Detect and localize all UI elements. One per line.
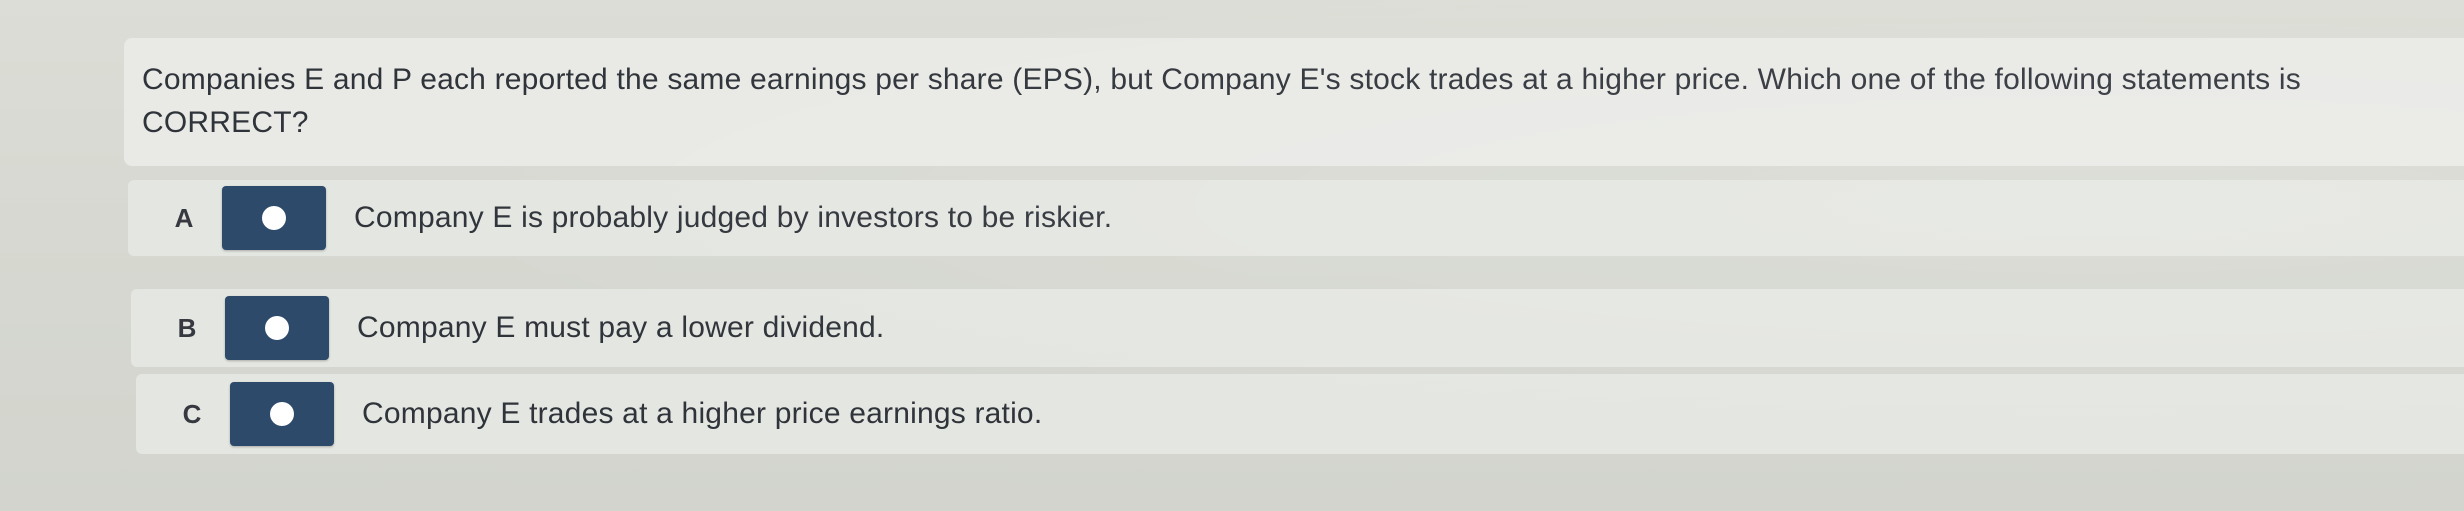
option-c-radio-button[interactable]	[230, 382, 334, 446]
radio-dot-icon	[265, 316, 289, 340]
question-text: Companies E and P each reported the same…	[142, 63, 2301, 139]
question-card: Companies E and P each reported the same…	[124, 38, 2464, 166]
option-b-radio-button[interactable]	[225, 296, 329, 360]
radio-dot-icon	[270, 402, 294, 426]
option-a[interactable]: A Company E is probably judged by invest…	[128, 180, 2464, 256]
option-b[interactable]: B Company E must pay a lower dividend.	[131, 289, 2464, 367]
option-a-radio-button[interactable]	[222, 186, 326, 250]
option-letter-a: A	[174, 202, 194, 233]
radio-dot-icon	[262, 206, 286, 230]
option-letter-b: B	[177, 312, 197, 343]
option-b-text: Company E must pay a lower dividend.	[357, 311, 885, 344]
option-c[interactable]: C Company E trades at a higher price ear…	[136, 374, 2464, 454]
option-letter-c: C	[182, 398, 202, 429]
option-c-text: Company E trades at a higher price earni…	[362, 397, 1043, 430]
option-a-text: Company E is probably judged by investor…	[354, 201, 1113, 234]
